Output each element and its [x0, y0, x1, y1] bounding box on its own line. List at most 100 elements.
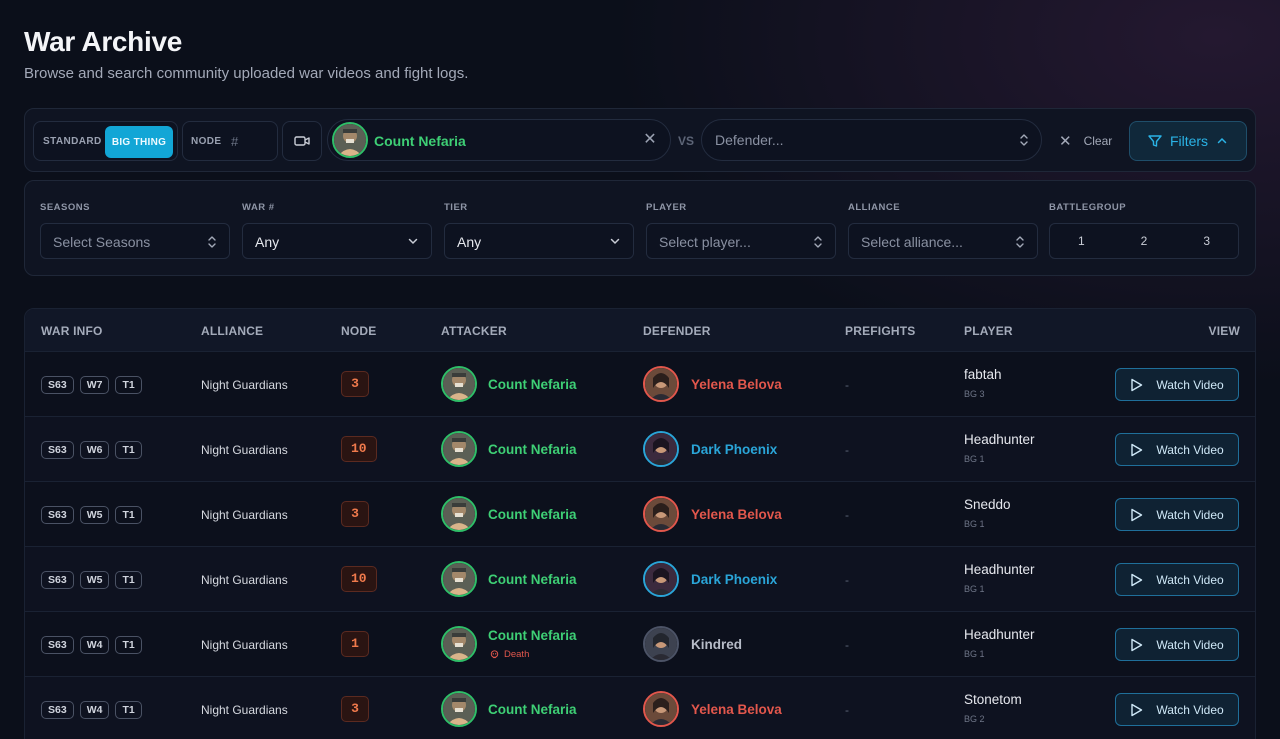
war-label: WAR # — [242, 202, 275, 213]
play-icon — [1131, 638, 1143, 651]
attacker-name[interactable]: Count Nefaria — [488, 702, 577, 717]
mode-toggle: STANDARD BIG THING — [33, 121, 178, 161]
attacker-name[interactable]: Count Nefaria — [488, 507, 577, 522]
clear-button[interactable]: ✕ Clear — [1059, 131, 1112, 151]
watch-video-button[interactable]: Watch Video — [1115, 628, 1239, 661]
season-chip: S63 — [41, 506, 74, 524]
alliance-name: Night Guardians — [201, 508, 288, 522]
node-label: NODE — [191, 136, 222, 147]
player-battlegroup: BG 1 — [964, 584, 985, 594]
attacker-name[interactable]: Count Nefaria — [488, 442, 577, 457]
watch-video-label: Watch Video — [1156, 507, 1224, 522]
war-info-chips: S63 W4 T1 — [41, 636, 142, 654]
player-name[interactable]: Headhunter — [964, 562, 1035, 577]
watch-video-button[interactable]: Watch Video — [1115, 368, 1239, 401]
defender-name[interactable]: Yelena Belova — [691, 702, 782, 717]
vs-label: VS — [678, 134, 695, 148]
attacker-name[interactable]: Count Nefaria — [488, 628, 577, 643]
prefights-value: - — [845, 638, 849, 652]
attacker-clear-icon[interactable]: ✕ — [642, 132, 658, 148]
watch-video-label: Watch Video — [1156, 377, 1224, 392]
video-filter-button[interactable] — [282, 121, 322, 161]
node-input[interactable] — [231, 130, 271, 152]
watch-video-button[interactable]: Watch Video — [1115, 693, 1239, 726]
player-select[interactable]: Select player... — [646, 223, 836, 259]
war-info-chips: S63 W6 T1 — [41, 441, 142, 459]
defender-avatar — [643, 691, 679, 727]
node-badge: 10 — [341, 566, 377, 592]
defender-avatar — [643, 366, 679, 402]
attacker-select[interactable]: Count Nefaria ✕ — [327, 119, 671, 161]
death-indicator: Death — [490, 649, 529, 660]
mode-big-thing-button[interactable]: BIG THING — [105, 126, 173, 158]
player-label: PLAYER — [646, 202, 687, 213]
chevron-down-icon — [408, 238, 418, 245]
page-title: War Archive — [24, 26, 183, 57]
prefights-value: - — [845, 573, 849, 587]
seasons-label: SEASONS — [40, 202, 90, 213]
table-row: S63 W5 T1 Night Guardians 10 Count Nefar… — [25, 546, 1255, 611]
search-bar: STANDARD BIG THING NODE Count Nefaria ✕ … — [24, 108, 1256, 172]
alliance-filter: ALLIANCE Select alliance... — [848, 202, 1038, 259]
header-view: VIEW — [1208, 324, 1240, 338]
watch-video-button[interactable]: Watch Video — [1115, 433, 1239, 466]
attacker-name[interactable]: Count Nefaria — [488, 572, 577, 587]
player-name[interactable]: Stonetom — [964, 692, 1022, 707]
mode-standard-button[interactable]: STANDARD — [43, 136, 102, 147]
defender-input[interactable] — [715, 132, 995, 148]
war-chip: W4 — [79, 701, 110, 719]
player-name[interactable]: Headhunter — [964, 627, 1035, 642]
prefights-value: - — [845, 508, 849, 522]
watch-video-label: Watch Video — [1156, 572, 1224, 587]
defender-select[interactable] — [701, 119, 1042, 161]
filters-label: Filters — [1169, 133, 1209, 149]
attacker-avatar — [441, 691, 477, 727]
player-name[interactable]: Sneddo — [964, 497, 1011, 512]
play-icon — [1131, 378, 1143, 391]
page-subtitle: Browse and search community uploaded war… — [24, 65, 469, 82]
header-prefights: PREFIGHTS — [845, 324, 916, 338]
chevron-updown-icon — [814, 236, 822, 248]
watch-video-button[interactable]: Watch Video — [1115, 563, 1239, 596]
seasons-select[interactable]: Select Seasons — [40, 223, 230, 259]
node-badge: 3 — [341, 501, 369, 527]
death-label: Death — [504, 649, 530, 660]
chevron-updown-icon — [208, 236, 216, 248]
alliance-select[interactable]: Select alliance... — [848, 223, 1038, 259]
alliance-name: Night Guardians — [201, 638, 288, 652]
player-name[interactable]: fabtah — [964, 367, 1002, 382]
play-icon — [1131, 443, 1143, 456]
watch-video-label: Watch Video — [1156, 702, 1224, 717]
watch-video-button[interactable]: Watch Video — [1115, 498, 1239, 531]
attacker-avatar — [441, 626, 477, 662]
attacker-avatar — [441, 431, 477, 467]
attacker-avatar — [441, 366, 477, 402]
player-battlegroup: BG 1 — [964, 649, 985, 659]
defender-name[interactable]: Kindred — [691, 637, 742, 652]
attacker-name[interactable]: Count Nefaria — [488, 377, 577, 392]
defender-name[interactable]: Dark Phoenix — [691, 442, 777, 457]
tier-chip: T1 — [115, 701, 142, 719]
defender-name[interactable]: Yelena Belova — [691, 377, 782, 392]
battlegroup-option-3[interactable]: 3 — [1175, 224, 1238, 258]
war-info-chips: S63 W5 T1 — [41, 506, 142, 524]
defender-avatar — [643, 431, 679, 467]
filters-button[interactable]: Filters — [1129, 121, 1247, 161]
node-badge: 3 — [341, 371, 369, 397]
player-name[interactable]: Headhunter — [964, 432, 1035, 447]
player-battlegroup: BG 1 — [964, 454, 985, 464]
defender-name[interactable]: Dark Phoenix — [691, 572, 777, 587]
tier-value: Any — [457, 234, 482, 250]
player-placeholder: Select player... — [659, 234, 751, 250]
battlegroup-option-2[interactable]: 2 — [1113, 224, 1176, 258]
defender-name[interactable]: Yelena Belova — [691, 507, 782, 522]
tier-label: TIER — [444, 202, 468, 213]
chevron-updown-icon — [1016, 236, 1024, 248]
video-camera-icon — [294, 136, 310, 146]
filter-icon — [1148, 135, 1162, 147]
battlegroup-option-1[interactable]: 1 — [1050, 224, 1113, 258]
attacker-name: Count Nefaria — [374, 133, 466, 149]
play-icon — [1131, 508, 1143, 521]
war-select[interactable]: Any — [242, 223, 432, 259]
tier-select[interactable]: Any — [444, 223, 634, 259]
